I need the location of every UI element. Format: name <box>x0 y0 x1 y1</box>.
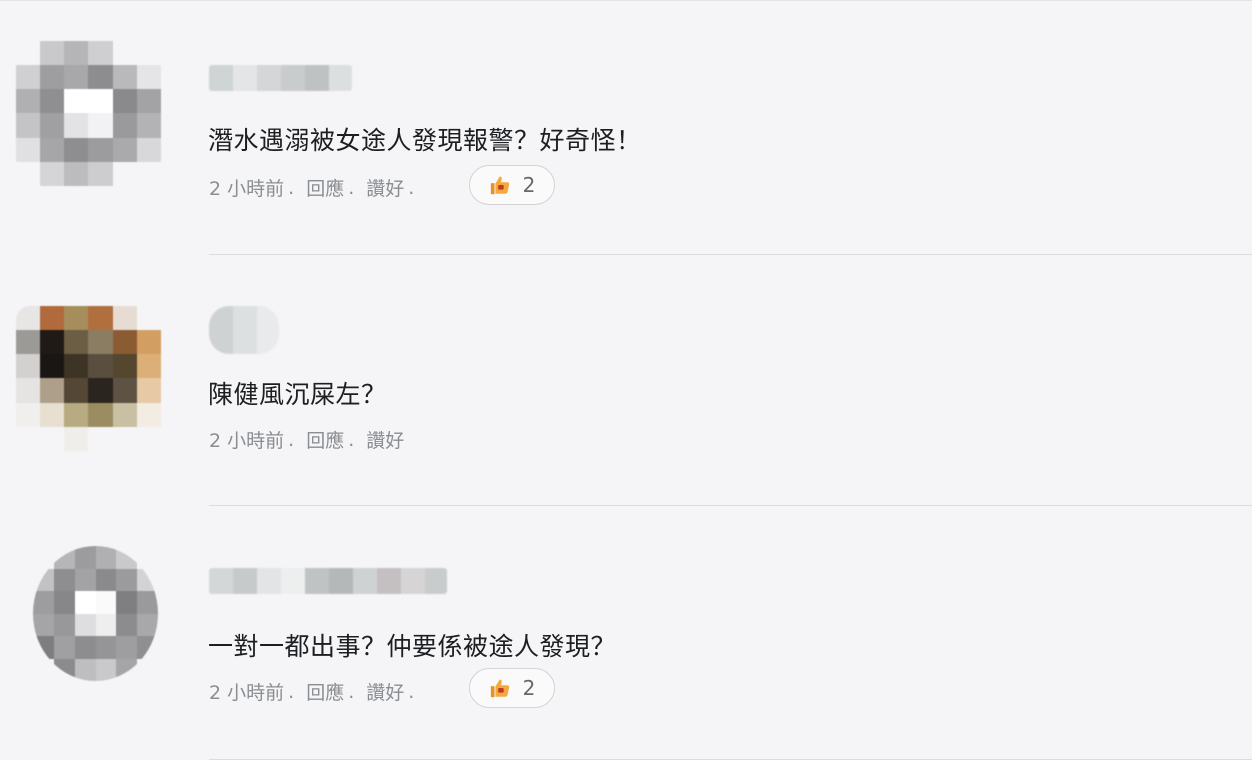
like-count: 2 <box>522 676 536 700</box>
thumbs-up-icon <box>490 176 509 195</box>
username-redacted[interactable] <box>209 65 352 91</box>
comment-item: 潛水遇溺被女途人發現報警？好奇怪！ 2 小時前. 回應. 讚好. 2 <box>0 0 1252 255</box>
like-count-button[interactable]: 2 <box>469 165 555 205</box>
like-count-button[interactable]: 2 <box>469 668 555 708</box>
separator: . <box>288 428 295 451</box>
timestamp: 2 小時前 <box>209 178 285 200</box>
comment-text: 潛水遇溺被女途人發現報警？好奇怪！ <box>208 126 642 155</box>
separator: . <box>408 680 415 703</box>
separator: . <box>288 176 295 199</box>
comment-meta: 2 小時前. 回應. 讚好. <box>209 174 426 201</box>
separator: . <box>348 680 355 703</box>
avatar[interactable] <box>33 546 158 681</box>
comment-meta: 2 小時前. 回應. 讚好 <box>209 426 404 453</box>
avatar[interactable] <box>16 306 161 451</box>
separator: . <box>408 176 415 199</box>
like-button[interactable]: 讚好 <box>366 174 404 201</box>
comment-text: 陳健風沉屎左？ <box>208 380 387 409</box>
avatar[interactable] <box>16 41 161 186</box>
reply-button[interactable]: 回應 <box>306 174 344 201</box>
like-button[interactable]: 讚好 <box>366 426 404 453</box>
timestamp: 2 小時前 <box>209 430 285 452</box>
separator: . <box>348 428 355 451</box>
separator: . <box>348 176 355 199</box>
username-redacted[interactable] <box>209 568 447 594</box>
comment-item: 一對一都出事？仲要係被途人發現？ 2 小時前. 回應. 讚好. 2 <box>0 506 1252 760</box>
comment-item: 陳健風沉屎左？ 2 小時前. 回應. 讚好 <box>0 254 1252 506</box>
like-count: 2 <box>522 173 536 197</box>
comment-text: 一對一都出事？仲要係被途人發現？ <box>208 632 617 661</box>
separator: . <box>288 680 295 703</box>
reply-button[interactable]: 回應 <box>306 426 344 453</box>
thumbs-up-icon <box>490 679 509 698</box>
timestamp: 2 小時前 <box>209 682 285 704</box>
reply-button[interactable]: 回應 <box>306 678 344 705</box>
like-button[interactable]: 讚好 <box>366 678 404 705</box>
comment-meta: 2 小時前. 回應. 讚好. <box>209 678 426 705</box>
username-redacted[interactable] <box>209 306 279 354</box>
